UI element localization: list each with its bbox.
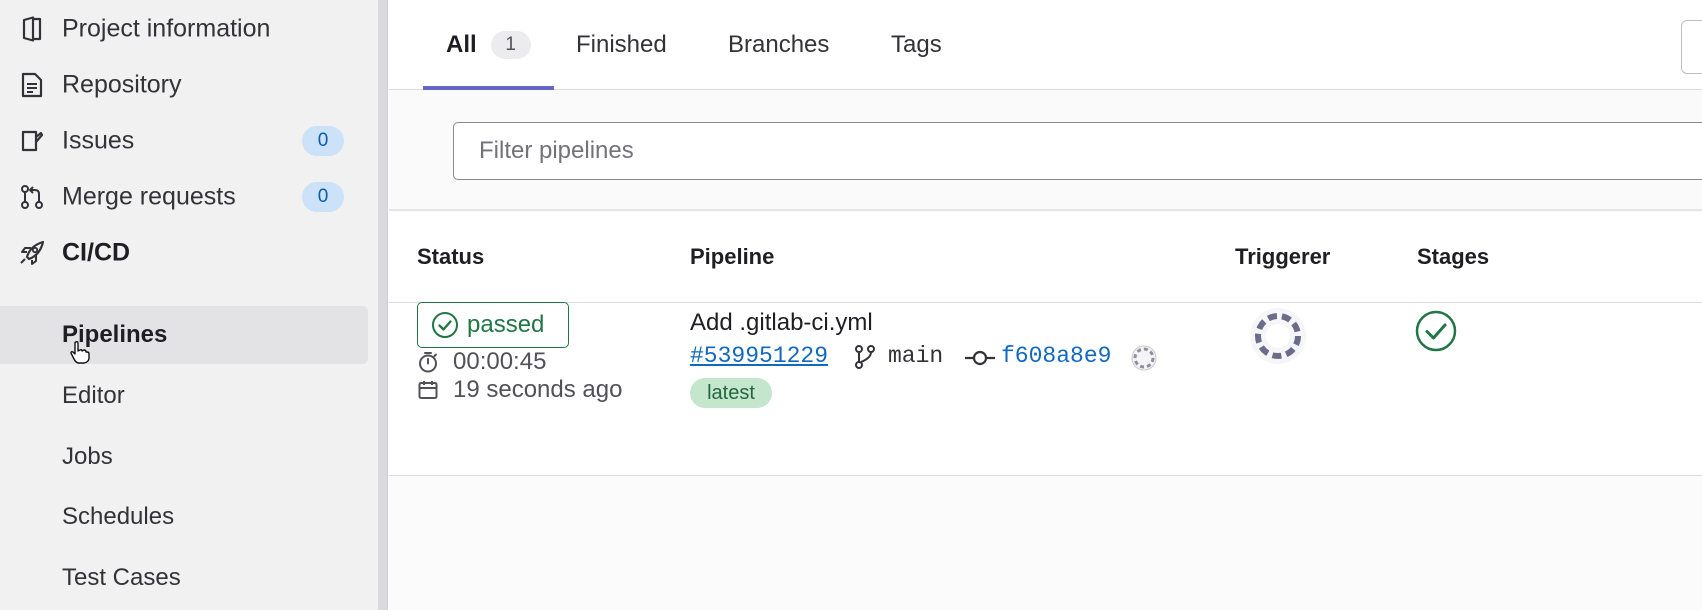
sidebar: Project information Repository Issues 0 … (0, 0, 378, 610)
sidebar-item-label: Repository (62, 70, 182, 99)
sidebar-subitem-schedules[interactable]: Schedules (0, 488, 368, 546)
rocket-icon (18, 239, 46, 267)
tab-branches[interactable]: Branches (728, 0, 829, 90)
commit-author-avatar[interactable] (1130, 344, 1158, 372)
filter-pipelines-input[interactable] (453, 122, 1702, 180)
header-divider (389, 302, 1702, 303)
sidebar-subitem-editor[interactable]: Editor (0, 367, 368, 425)
merge-requests-count-badge: 0 (302, 182, 344, 212)
finished-text: 19 seconds ago (453, 376, 623, 403)
status-success-icon (431, 311, 459, 339)
sidebar-resize-handle[interactable] (378, 0, 388, 610)
sidebar-item-merge-requests[interactable]: Merge requests 0 (0, 168, 368, 226)
status-text: passed (467, 311, 545, 338)
active-tab-indicator (423, 86, 554, 90)
commit-icon (963, 346, 997, 370)
tab-count-badge: 1 (490, 31, 531, 59)
sidebar-subitem-label: Editor (62, 382, 125, 409)
sidebar-subitem-label: Test Cases (62, 564, 181, 591)
merge-request-icon (18, 183, 46, 211)
sidebar-item-project-information[interactable]: Project information (0, 0, 368, 58)
pipeline-duration: 00:00:45 (417, 348, 546, 376)
branch-name-link[interactable]: main (888, 343, 943, 369)
tab-finished[interactable]: Finished (576, 0, 667, 90)
sidebar-item-ci-cd[interactable]: CI/CD (0, 224, 368, 282)
sidebar-item-label: Merge requests (62, 182, 236, 211)
main-content: All 1 Finished Branches Tags Status Pipe… (389, 0, 1702, 610)
project-icon (18, 15, 46, 43)
sidebar-item-issues[interactable]: Issues 0 (0, 112, 368, 170)
commit-sha-link[interactable]: f608a8e9 (1001, 343, 1111, 369)
sidebar-subitem-label: Schedules (62, 503, 175, 530)
sidebar-subitem-jobs[interactable]: Jobs (0, 428, 368, 486)
sidebar-item-repository[interactable]: Repository (0, 56, 368, 114)
status-badge[interactable]: passed (417, 302, 569, 348)
commit-title[interactable]: Add .gitlab-ci.yml (690, 309, 873, 337)
sidebar-subitem-test-cases[interactable]: Test Cases (0, 549, 368, 607)
filter-bar (389, 91, 1702, 211)
stage-success-icon[interactable] (1414, 309, 1458, 353)
tab-label: All (446, 31, 477, 58)
hand-cursor-icon (70, 340, 90, 364)
column-header-status: Status (417, 244, 485, 269)
issues-icon (18, 127, 46, 155)
tab-tags[interactable]: Tags (891, 0, 942, 90)
clear-runner-caches-button[interactable] (1681, 20, 1702, 74)
pipeline-tabs: All 1 Finished Branches Tags (389, 0, 1702, 90)
sidebar-item-label: Issues (62, 126, 135, 155)
column-header-stages: Stages (1417, 244, 1490, 269)
branch-icon (852, 344, 878, 370)
latest-badge: latest (690, 378, 772, 408)
tab-label: Tags (891, 31, 942, 58)
sidebar-item-label: Project information (62, 14, 271, 43)
tab-label: Finished (576, 31, 667, 58)
pipeline-id-link[interactable]: #539951229 (690, 343, 828, 369)
timer-icon (417, 351, 439, 373)
column-header-pipeline: Pipeline (690, 244, 775, 269)
calendar-icon (417, 379, 439, 401)
sidebar-subitem-label: Jobs (62, 443, 113, 470)
row-divider (389, 475, 1702, 476)
tab-all[interactable]: All 1 (446, 0, 531, 90)
sidebar-subitem-pipelines[interactable]: Pipelines (0, 306, 368, 364)
column-header-triggerer: Triggerer (1235, 244, 1331, 269)
pipeline-finished-time: 19 seconds ago (417, 376, 622, 404)
duration-text: 00:00:45 (453, 348, 547, 375)
issues-count-badge: 0 (302, 126, 344, 156)
document-icon (18, 71, 46, 99)
sidebar-item-label: CI/CD (62, 238, 131, 267)
pipelines-table: Status Pipeline Triggerer Stages passed … (389, 212, 1702, 476)
triggerer-avatar[interactable] (1248, 306, 1308, 366)
tab-label: Branches (728, 31, 830, 58)
